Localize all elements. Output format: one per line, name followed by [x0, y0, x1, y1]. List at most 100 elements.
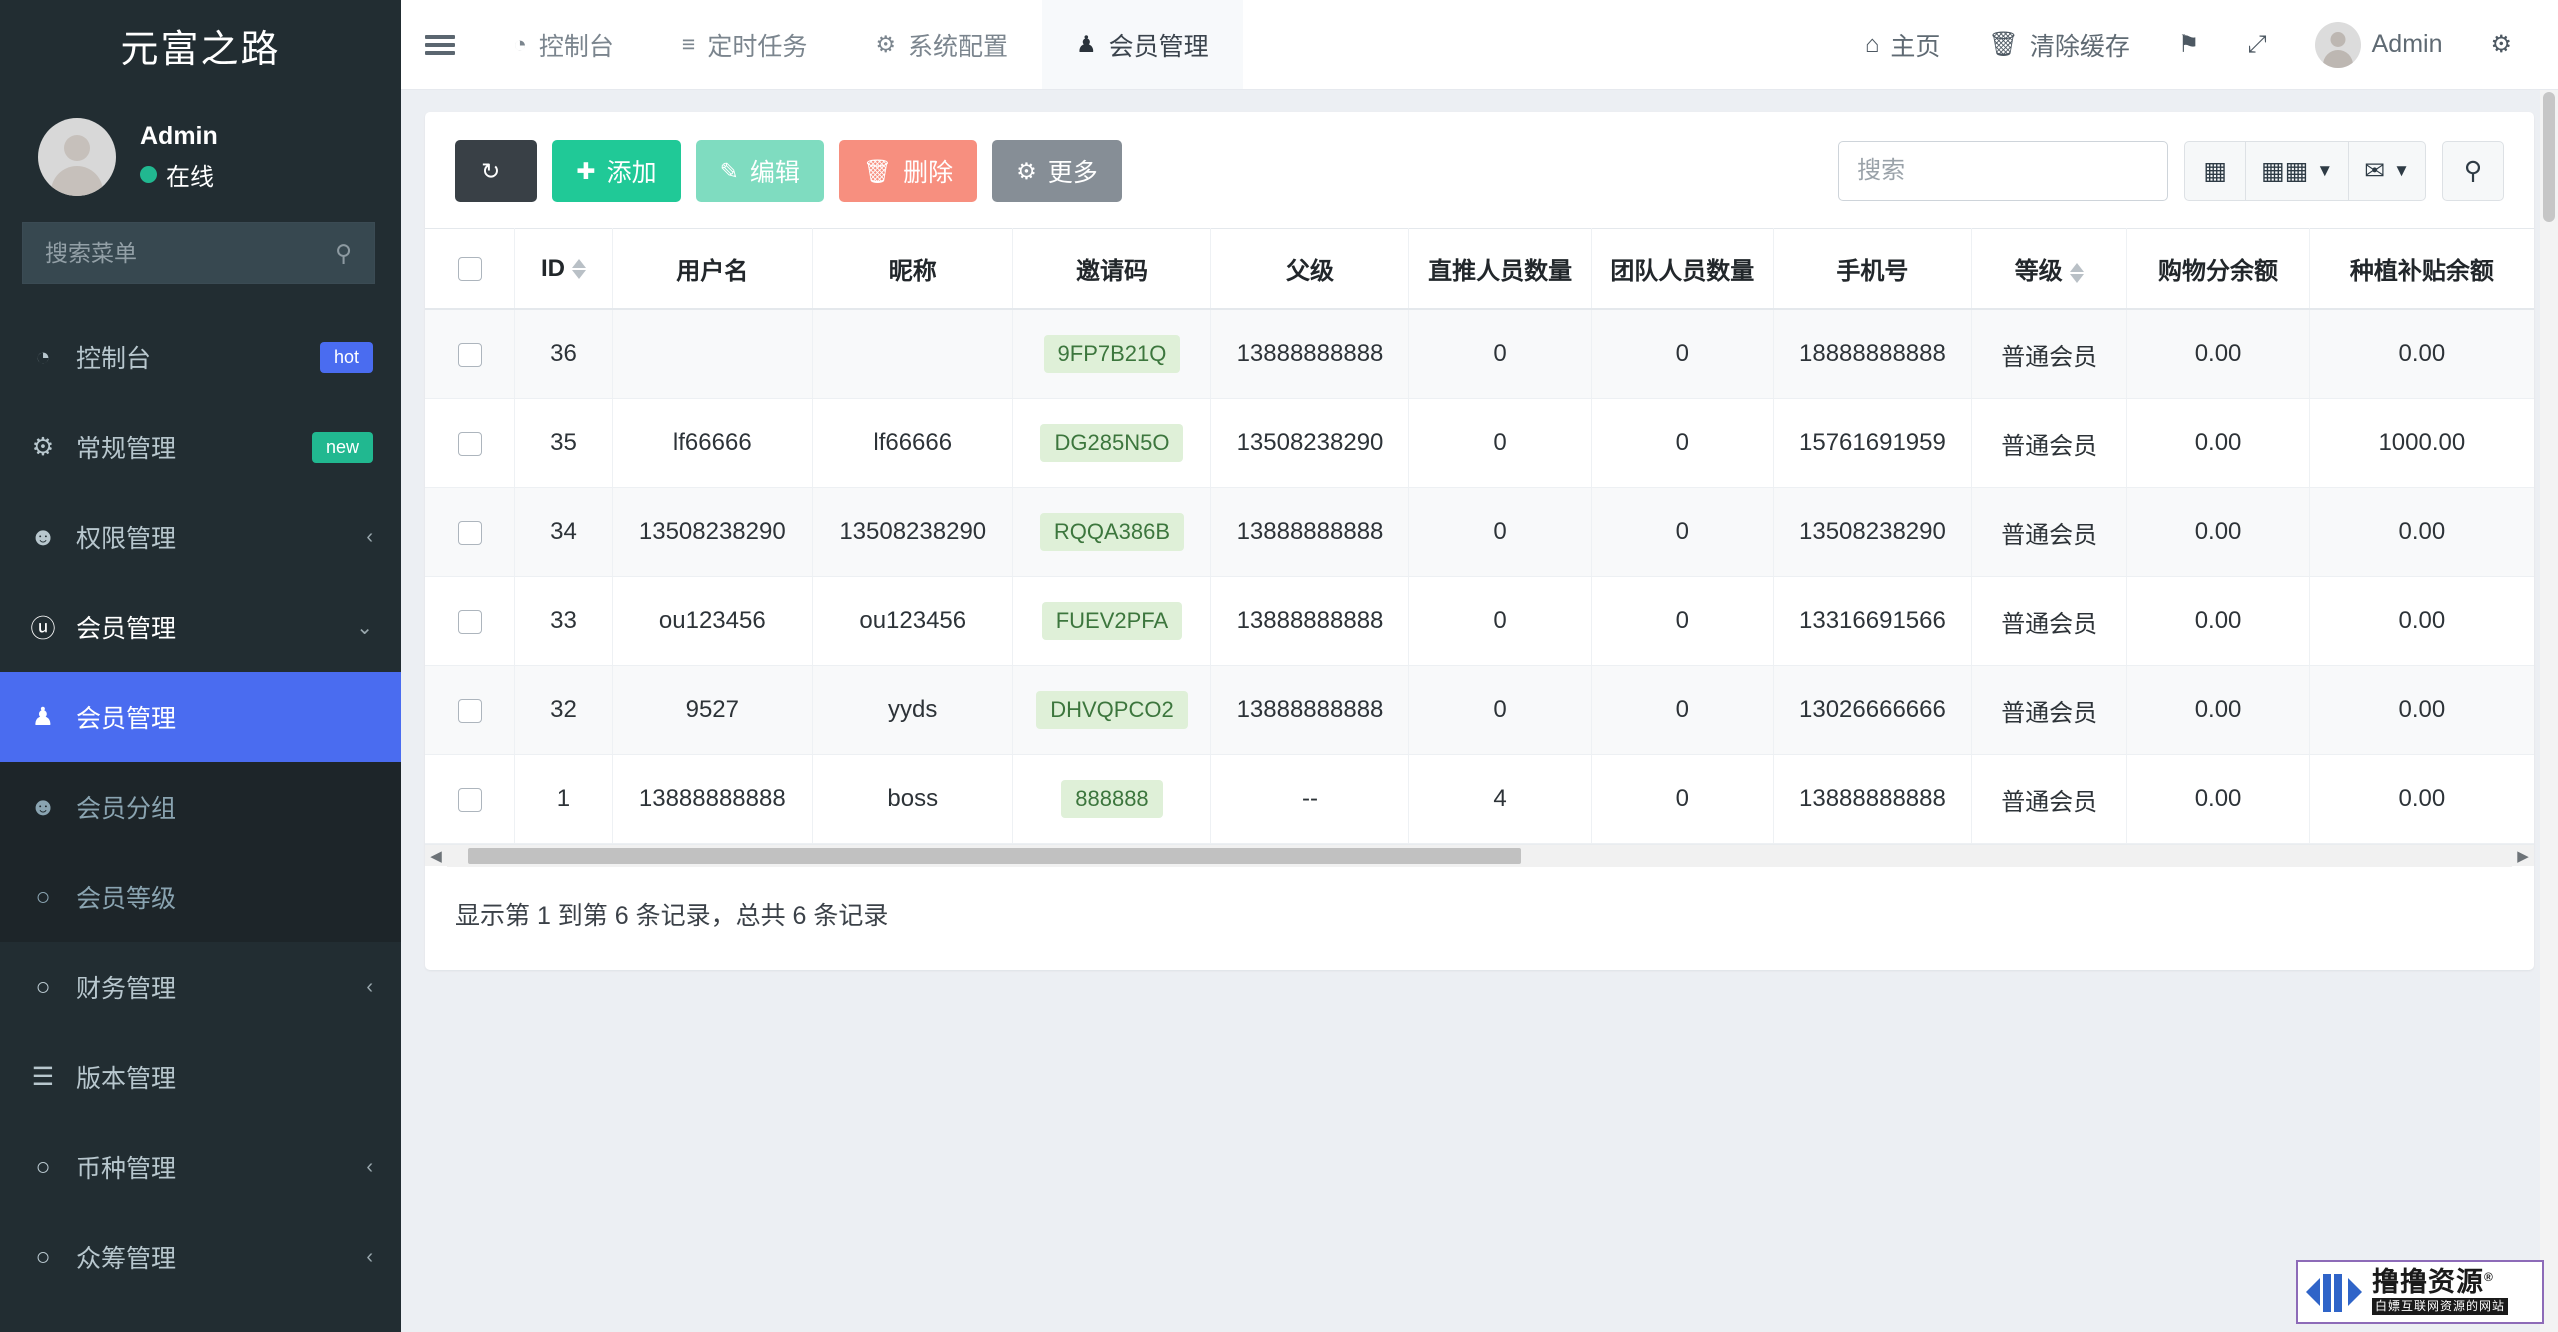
sidebar-search-wrap: ⚲ [0, 222, 401, 284]
sort-icon[interactable] [2069, 262, 2084, 283]
sidebar-item-label: 财务管理 [76, 975, 177, 1003]
table-body: 36 9FP7B21Q 13888888888 0 0 18888888888 普通会员 0.… [425, 309, 2534, 844]
tab-1[interactable]: ≡ 定时任务 [648, 0, 841, 89]
more-button[interactable]: ⚙ 更多 [992, 140, 1122, 202]
table-row[interactable]: 34 13508238290 13508238290 RQQA386B 13888888… [425, 487, 2534, 577]
sidebar-item-11[interactable]: ○文章管理 [0, 1302, 401, 1332]
users-icon: ☻ [29, 792, 57, 821]
sidebar-item-1[interactable]: ⚙ 常规管理 new [0, 402, 401, 492]
user-status-label: 在线 [166, 164, 214, 191]
export-icon[interactable]: ✉ ▼ [2349, 141, 2426, 201]
menu-search[interactable]: ⚲ [22, 222, 375, 284]
cell-direct: 0 [1408, 487, 1592, 577]
sidebar-item-0[interactable]: ◔ 控制台 hot [0, 312, 401, 402]
delete-button[interactable]: 🗑 删除 [838, 140, 978, 202]
sidebar-item-label: 会员等级 [76, 885, 177, 913]
column-header-label: 用户名 [676, 258, 749, 285]
add-button[interactable]: ✚ 添加 [552, 140, 681, 202]
row-checkbox[interactable] [457, 787, 482, 812]
column-header-invite: 邀请码 [1012, 228, 1212, 310]
row-checkbox-cell [425, 487, 516, 577]
row-checkbox[interactable] [457, 431, 482, 456]
add-label: 添加 [606, 159, 657, 187]
cell-parent: 13888888888 [1210, 487, 1410, 577]
topbar-action-label: 主页 [1890, 32, 1941, 61]
topbar-action-0[interactable]: ⌂ 主页 [1841, 0, 1965, 90]
topbar-action-1[interactable]: 🗑 清除缓存 [1964, 0, 2153, 90]
sidebar-item-8[interactable]: ☰ 版本管理 [0, 1032, 401, 1122]
circle-icon: ○ [35, 1242, 51, 1271]
search-menu-input[interactable] [45, 239, 336, 267]
column-header-id[interactable]: ID [514, 228, 613, 310]
scroll-left-icon[interactable]: ◀ [425, 847, 447, 865]
sidebar-item-label: 币种管理 [76, 1155, 177, 1183]
sidebar-item-9[interactable]: ○ 币种管理 ‹ [0, 1122, 401, 1212]
tab-2[interactable]: ⚙ 系统配置 [841, 0, 1042, 89]
tab-0[interactable]: ◔ 控制台 [479, 0, 648, 89]
invite-code-badge: 9FP7B21Q [1043, 335, 1181, 373]
topbar-action-4[interactable]: Admin [2291, 0, 2467, 90]
home-icon: ⌂ [1864, 30, 1880, 58]
cell-nickname: ou123456 [812, 576, 1014, 666]
scrollbar-thumb[interactable] [467, 847, 1521, 864]
cell-shop_balance: 0.00 [2126, 754, 2310, 844]
table-row[interactable]: 36 9FP7B21Q 13888888888 0 0 18888888888 普通会员 0.… [425, 309, 2534, 399]
search-icon[interactable]: ⚲ [335, 240, 352, 267]
select-all-checkbox[interactable] [457, 257, 482, 282]
hamburger-icon[interactable] [401, 0, 479, 89]
cell-phone: 15761691959 [1773, 398, 1972, 488]
page-scrollbar-thumb[interactable] [2543, 92, 2555, 222]
row-checkbox[interactable] [457, 698, 482, 723]
grid-view-icon[interactable]: ▦▦ ▼ [2246, 141, 2350, 201]
user-name: Admin [140, 122, 218, 150]
sidebar-item-10[interactable]: ○ 众筹管理 ‹ [0, 1212, 401, 1302]
row-checkbox[interactable] [457, 520, 482, 545]
sidebar-item-4[interactable]: ♟ 会员管理 [0, 672, 401, 762]
edit-button[interactable]: ✎ 编辑 [695, 140, 824, 202]
row-checkbox[interactable] [457, 609, 482, 634]
table-row[interactable]: 35 lf66666 lf66666 DG285N5O 13508238290 0 0 157… [425, 398, 2534, 488]
sidebar-item-6[interactable]: ○ 会员等级 [0, 852, 401, 942]
columns-list-icon[interactable]: ▦ [2184, 141, 2247, 201]
chevron-down-icon: ▼ [2316, 161, 2334, 180]
sort-icon[interactable] [571, 259, 586, 280]
topbar-action-5[interactable]: ⚙ [2466, 0, 2536, 90]
scrollbar-track[interactable] [447, 844, 2512, 867]
cell-nickname: yyds [812, 665, 1014, 755]
sidebar-item-5[interactable]: ☻ 会员分组 [0, 762, 401, 852]
column-header-label: 购物分余额 [2158, 258, 2279, 285]
column-header-level[interactable]: 等级 [1971, 228, 2128, 310]
topbar-action-2[interactable]: ⚑ [2154, 0, 2224, 90]
page-scrollbar[interactable] [2540, 90, 2558, 1332]
cell-parent: 13508238290 [1210, 398, 1410, 488]
tab-3[interactable]: ♟ 会员管理 [1042, 0, 1243, 89]
horizontal-scrollbar[interactable]: ◀ ▶ [425, 844, 2534, 867]
sidebar: 元富之路 Admin 在线 ⚲ ◔ 控制台 hot ⚙ 常规管理 new ☻ 权限管理 ‹ ⓤ 会员… [0, 0, 401, 1332]
cell-username: ou123456 [612, 576, 814, 666]
sidebar-item-3[interactable]: ⓤ 会员管理 ⌄ [0, 582, 401, 672]
topbar-action-3[interactable]: ⤢ [2223, 0, 2290, 90]
watermark-subtitle: 白嫖互联网资源的网站 [2372, 1297, 2509, 1316]
refresh-button[interactable]: ↻ [455, 140, 538, 202]
chevron-left-icon: ‹ [366, 525, 373, 548]
table-row[interactable]: 33 ou123456 ou123456 FUEV2PFA 13888888888 0 0 1… [425, 576, 2534, 666]
cell-plant_balance: 0.00 [2309, 665, 2534, 755]
column-header-plant_balance: 种植补贴余额 [2309, 228, 2534, 310]
column-header-direct: 直推人员数量 [1408, 228, 1592, 310]
cell-direct: 0 [1408, 398, 1592, 488]
cell-username: 13888888888 [612, 754, 814, 844]
sidebar-item-2[interactable]: ☻ 权限管理 ‹ [0, 492, 401, 582]
sidebar-user-panel[interactable]: Admin 在线 [0, 90, 401, 222]
app-root: 元富之路 Admin 在线 ⚲ ◔ 控制台 hot ⚙ 常规管理 new ☻ 权限管理 ‹ ⓤ 会员… [0, 0, 2558, 1332]
row-checkbox[interactable] [457, 342, 482, 367]
table-row[interactable]: 32 9527 yyds DHVQPCO2 13888888888 0 0 130266666… [425, 665, 2534, 755]
scroll-right-icon[interactable]: ▶ [2512, 847, 2534, 865]
search-icon[interactable]: ⚲ [2442, 141, 2504, 201]
cell-id: 34 [514, 487, 613, 577]
table-row[interactable]: 1 13888888888 boss 888888 -- 4 0 13888888888 普通会… [425, 754, 2534, 844]
cell-username: 9527 [612, 665, 814, 755]
dashboard-icon: ◔ [513, 31, 527, 57]
column-header-label: 直推人员数量 [1428, 258, 1573, 285]
search-input[interactable] [1838, 141, 2169, 201]
sidebar-item-7[interactable]: ○ 财务管理 ‹ [0, 942, 401, 1032]
